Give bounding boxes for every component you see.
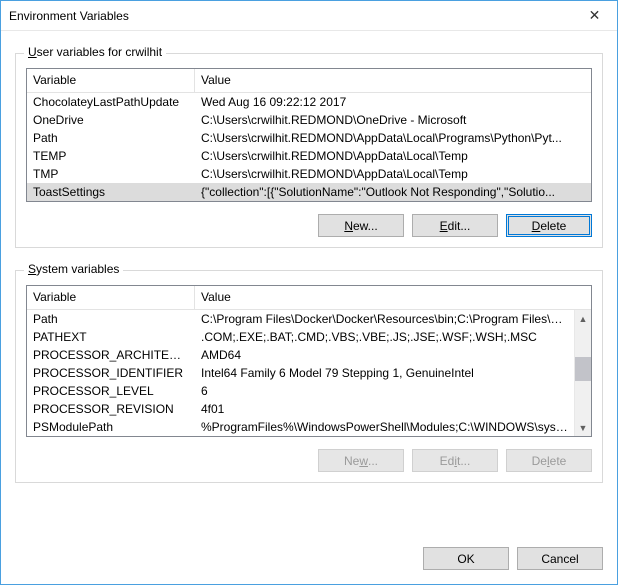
user-variables-legend: User variables for crwilhit [24, 45, 166, 59]
scroll-up-icon[interactable]: ▲ [575, 310, 591, 327]
system-list-scrollbar[interactable]: ▲ ▼ [574, 310, 591, 436]
cell-variable: PROCESSOR_LEVEL [27, 383, 195, 399]
table-row[interactable]: PROCESSOR_REVISION4f01 [27, 400, 574, 418]
system-header-variable[interactable]: Variable [27, 286, 195, 310]
table-row[interactable]: PathC:\Program Files\Docker\Docker\Resou… [27, 310, 574, 328]
ok-button[interactable]: OK [423, 547, 509, 570]
cell-value: Wed Aug 16 09:22:12 2017 [195, 94, 591, 110]
table-row[interactable]: OneDriveC:\Users\crwilhit.REDMOND\OneDri… [27, 111, 591, 129]
user-edit-button[interactable]: Edit... [412, 214, 498, 237]
user-list-body: ChocolateyLastPathUpdateWed Aug 16 09:22… [27, 93, 591, 201]
user-delete-button[interactable]: Delete [506, 214, 592, 237]
system-variables-legend: System variables [24, 262, 123, 276]
system-list-body: PathC:\Program Files\Docker\Docker\Resou… [27, 310, 574, 436]
table-row[interactable]: PROCESSOR_ARCHITECTUREAMD64 [27, 346, 574, 364]
dialog-footer: OK Cancel [1, 547, 617, 584]
cell-variable: PROCESSOR_IDENTIFIER [27, 365, 195, 381]
user-new-button[interactable]: New... [318, 214, 404, 237]
user-button-row: New... Edit... Delete [26, 214, 592, 237]
user-header-value[interactable]: Value [195, 69, 591, 93]
user-header-variable[interactable]: Variable [27, 69, 195, 93]
cell-variable: TMP [27, 166, 195, 182]
cell-variable: TEMP [27, 148, 195, 164]
cell-value: 4f01 [195, 401, 574, 417]
table-row[interactable]: PROCESSOR_LEVEL6 [27, 382, 574, 400]
window-title: Environment Variables [9, 9, 572, 23]
cell-variable: Path [27, 130, 195, 146]
cell-value: C:\Users\crwilhit.REDMOND\AppData\Local\… [195, 166, 591, 182]
scroll-thumb[interactable] [575, 357, 591, 381]
cell-value: C:\Users\crwilhit.REDMOND\AppData\Local\… [195, 148, 591, 164]
cell-variable: PATHEXT [27, 329, 195, 345]
cell-variable: PROCESSOR_REVISION [27, 401, 195, 417]
system-new-button[interactable]: New... [318, 449, 404, 472]
scroll-down-icon[interactable]: ▼ [575, 419, 591, 436]
table-row[interactable]: PathC:\Users\crwilhit.REDMOND\AppData\Lo… [27, 129, 591, 147]
cell-variable: PROCESSOR_ARCHITECTURE [27, 347, 195, 363]
cancel-button[interactable]: Cancel [517, 547, 603, 570]
cell-value: C:\Users\crwilhit.REDMOND\AppData\Local\… [195, 130, 591, 146]
cell-value: C:\Users\crwilhit.REDMOND\OneDrive - Mic… [195, 112, 591, 128]
scroll-track[interactable] [575, 327, 591, 419]
system-header-value[interactable]: Value [195, 286, 591, 310]
system-delete-button[interactable]: Delete [506, 449, 592, 472]
cell-value: 6 [195, 383, 574, 399]
table-row[interactable]: ToastSettings{"collection":[{"SolutionNa… [27, 183, 591, 201]
titlebar: Environment Variables ✕ [1, 1, 617, 31]
cell-value: Intel64 Family 6 Model 79 Stepping 1, Ge… [195, 365, 574, 381]
system-variables-group: System variables Variable Value PathC:\P… [15, 270, 603, 483]
cell-value: %ProgramFiles%\WindowsPowerShell\Modules… [195, 419, 574, 435]
table-row[interactable]: TMPC:\Users\crwilhit.REDMOND\AppData\Loc… [27, 165, 591, 183]
table-row[interactable]: PROCESSOR_IDENTIFIERIntel64 Family 6 Mod… [27, 364, 574, 382]
close-button[interactable]: ✕ [572, 1, 617, 31]
cell-variable: ToastSettings [27, 184, 195, 200]
system-variables-list[interactable]: Variable Value PathC:\Program Files\Dock… [26, 285, 592, 437]
close-icon: ✕ [589, 7, 601, 24]
cell-value: {"collection":[{"SolutionName":"Outlook … [195, 184, 591, 200]
cell-variable: ChocolateyLastPathUpdate [27, 94, 195, 110]
cell-value: AMD64 [195, 347, 574, 363]
table-row[interactable]: PATHEXT.COM;.EXE;.BAT;.CMD;.VBS;.VBE;.JS… [27, 328, 574, 346]
table-row[interactable]: TEMPC:\Users\crwilhit.REDMOND\AppData\Lo… [27, 147, 591, 165]
cell-value: .COM;.EXE;.BAT;.CMD;.VBS;.VBE;.JS;.JSE;.… [195, 329, 574, 345]
user-variables-list[interactable]: Variable Value ChocolateyLastPathUpdateW… [26, 68, 592, 202]
system-button-row: New... Edit... Delete [26, 449, 592, 472]
system-edit-button[interactable]: Edit... [412, 449, 498, 472]
cell-value: C:\Program Files\Docker\Docker\Resources… [195, 311, 574, 327]
user-variables-group: User variables for crwilhit Variable Val… [15, 53, 603, 248]
table-row[interactable]: PSModulePath%ProgramFiles%\WindowsPowerS… [27, 418, 574, 436]
cell-variable: Path [27, 311, 195, 327]
env-vars-dialog: Environment Variables ✕ User variables f… [0, 0, 618, 585]
cell-variable: PSModulePath [27, 419, 195, 435]
cell-variable: OneDrive [27, 112, 195, 128]
user-list-header: Variable Value [27, 69, 591, 93]
table-row[interactable]: ChocolateyLastPathUpdateWed Aug 16 09:22… [27, 93, 591, 111]
dialog-body: User variables for crwilhit Variable Val… [1, 31, 617, 547]
system-list-header: Variable Value [27, 286, 591, 310]
